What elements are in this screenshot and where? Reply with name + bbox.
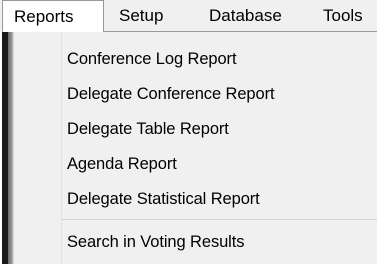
menu-bar: Reports Setup Database Tools [0,0,377,32]
reports-dropdown-menu: Conference Log Report Delegate Conferenc… [2,31,377,264]
menu-item-delegate-table-report[interactable]: Delegate Table Report [67,114,229,144]
menu-setup[interactable]: Setup [119,0,163,31]
menu-separator [62,219,377,220]
menu-icon-gutter-divider [61,32,62,264]
menu-item-agenda-report[interactable]: Agenda Report [67,149,177,179]
dropdown-left-shadow [2,32,14,264]
menu-item-delegate-statistical-report[interactable]: Delegate Statistical Report [67,184,260,214]
application-window: Reports Setup Database Tools Conference … [0,0,377,264]
menu-item-conference-log-report[interactable]: Conference Log Report [67,44,237,74]
menu-tools[interactable]: Tools [323,0,363,31]
menu-database[interactable]: Database [209,0,282,31]
menu-item-search-in-voting-results[interactable]: Search in Voting Results [67,227,244,257]
menu-item-delegate-conference-report[interactable]: Delegate Conference Report [67,79,275,109]
menu-reports[interactable]: Reports [2,0,104,32]
